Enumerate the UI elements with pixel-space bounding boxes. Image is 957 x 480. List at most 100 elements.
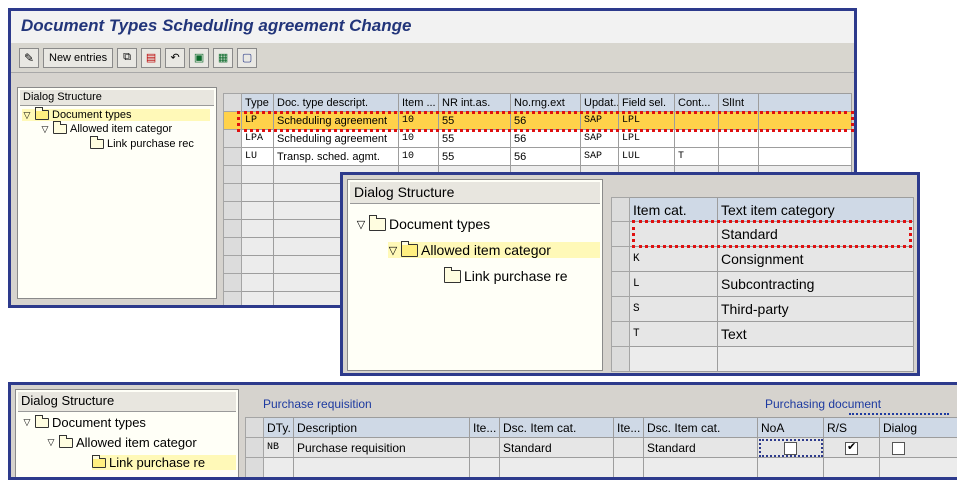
column-header[interactable]: Dsc. Item cat. [643, 417, 758, 438]
column-header[interactable]: No.rng.ext [510, 93, 581, 112]
table-cell[interactable]: LU [241, 147, 274, 166]
expand-caret-icon[interactable]: ▽ [22, 110, 32, 121]
select-all-cell[interactable] [611, 197, 630, 222]
new-entries-button[interactable]: New entries [43, 47, 114, 68]
table-cell[interactable]: 10 [398, 111, 439, 130]
column-header[interactable]: Type [241, 93, 274, 112]
column-header[interactable]: NR int.as. [438, 93, 511, 112]
column-header[interactable]: Dsc. Item cat. [499, 417, 614, 438]
table-row[interactable]: LU Transp. sched. agmt. 10 55 56 SAP LUL… [223, 147, 852, 166]
expand-caret-icon[interactable]: ▽ [46, 437, 56, 448]
select-all-icon[interactable]: ▣ [189, 47, 210, 68]
column-header[interactable]: DTy. [263, 417, 294, 438]
tree-node-document-types[interactable]: ▽ Document types [22, 414, 146, 430]
table-cell[interactable]: Third-party [717, 296, 914, 322]
expand-caret-icon[interactable]: ▽ [40, 124, 50, 135]
column-header[interactable]: Text item category [717, 197, 914, 222]
column-header[interactable]: R/S [823, 417, 880, 438]
tree-node-allowed-item-categories[interactable]: ▽ Allowed item categor [388, 240, 600, 258]
table-cell[interactable]: Transp. sched. agmt. [273, 147, 399, 166]
column-header[interactable]: Ite... [469, 417, 500, 438]
table-cell[interactable]: T [629, 321, 718, 347]
table-cell[interactable]: Text [717, 321, 914, 347]
row-selector[interactable] [223, 129, 242, 148]
row-selector[interactable] [611, 246, 630, 272]
table-cell[interactable] [718, 129, 759, 148]
table-cell[interactable]: S [629, 296, 718, 322]
column-header[interactable]: Cont... [674, 93, 719, 112]
row-selector[interactable] [223, 111, 242, 130]
noa-checkbox[interactable] [784, 441, 797, 455]
table-cell[interactable]: Standard [499, 437, 614, 458]
table-row[interactable]: NB Purchase requisition Standard Standar… [245, 437, 957, 458]
table-cell[interactable]: LPL [618, 129, 675, 148]
tree-node-link-purchase-req[interactable]: Link purchase re [444, 266, 568, 284]
table-row[interactable]: T Text [611, 321, 914, 347]
table-cell[interactable]: T [674, 147, 719, 166]
table-cell[interactable] [469, 437, 500, 458]
table-cell[interactable]: Scheduling agreement [273, 129, 399, 148]
table-cell[interactable]: 10 [398, 129, 439, 148]
table-cell[interactable]: 56 [510, 129, 581, 148]
table-cell[interactable] [629, 221, 718, 247]
column-header[interactable]: SlInt [718, 93, 759, 112]
tree-node-document-types[interactable]: ▽ Document types [356, 214, 490, 232]
copy-icon[interactable]: ⧉ [117, 47, 138, 68]
table-cell[interactable] [674, 129, 719, 148]
column-header[interactable]: Description [293, 417, 470, 438]
row-selector[interactable] [611, 321, 630, 347]
table-cell[interactable]: LPL [618, 111, 675, 130]
table-cell[interactable]: 56 [510, 147, 581, 166]
table-cell[interactable]: LUL [618, 147, 675, 166]
column-header[interactable]: Field sel. [618, 93, 675, 112]
table-row[interactable]: LP Scheduling agreement 10 55 56 SAP LPL [223, 111, 852, 130]
save-icon[interactable]: ▤ [141, 47, 162, 68]
table-cell[interactable]: 55 [438, 147, 511, 166]
table-cell[interactable]: SAP [580, 111, 619, 130]
table-cell[interactable]: 56 [510, 111, 581, 130]
rs-checkbox[interactable] [845, 440, 858, 455]
select-all-cell[interactable] [245, 417, 264, 438]
edit-pencil-icon[interactable]: ✎ [19, 47, 39, 68]
table-row[interactable]: L Subcontracting [611, 271, 914, 297]
table-cell[interactable]: K [629, 246, 718, 272]
table-cell[interactable]: 55 [438, 129, 511, 148]
tree-node-document-types[interactable]: ▽ Document types [22, 107, 210, 121]
table-cell[interactable]: 55 [438, 111, 511, 130]
table-cell[interactable]: Purchase requisition [293, 437, 470, 458]
tree-node-link-purchase-req[interactable]: Link purchase rec [90, 136, 194, 150]
select-block-icon[interactable]: ▦ [213, 47, 234, 68]
row-selector[interactable] [611, 221, 630, 247]
table-cell[interactable]: L [629, 271, 718, 297]
table-cell[interactable]: SAP [580, 129, 619, 148]
column-header[interactable]: NoA [757, 417, 824, 438]
tree-node-allowed-item-categories[interactable]: ▽ Allowed item categor [40, 121, 172, 135]
table-cell[interactable]: NB [263, 437, 294, 458]
column-header[interactable]: Item ... [398, 93, 439, 112]
column-header[interactable]: Updat... [580, 93, 619, 112]
table-cell[interactable]: SAP [580, 147, 619, 166]
undo-icon[interactable]: ↶ [165, 47, 186, 68]
tree-node-link-purchase-req[interactable]: Link purchase re [92, 454, 236, 470]
table-cell[interactable]: 10 [398, 147, 439, 166]
table-row[interactable]: S Third-party [611, 296, 914, 322]
table-cell[interactable]: Standard [717, 221, 914, 247]
column-header[interactable]: Dialog [879, 417, 957, 438]
column-header[interactable]: Ite... [613, 417, 644, 438]
table-cell[interactable] [718, 111, 759, 130]
expand-caret-icon[interactable]: ▽ [388, 244, 398, 257]
expand-caret-icon[interactable]: ▽ [356, 218, 366, 231]
table-cell[interactable]: LP [241, 111, 274, 130]
row-selector[interactable] [245, 437, 264, 458]
select-all-cell[interactable] [223, 93, 242, 112]
table-cell[interactable] [718, 147, 759, 166]
table-row[interactable]: K Consignment [611, 246, 914, 272]
row-selector[interactable] [223, 147, 242, 166]
table-cell[interactable]: LPA [241, 129, 274, 148]
column-header[interactable]: Item cat. [629, 197, 718, 222]
deselect-all-icon[interactable]: ▢ [237, 47, 258, 68]
table-cell[interactable]: Standard [643, 437, 758, 458]
row-selector[interactable] [611, 271, 630, 297]
column-header[interactable]: Doc. type descript. [273, 93, 399, 112]
table-row[interactable]: Standard [611, 221, 914, 247]
